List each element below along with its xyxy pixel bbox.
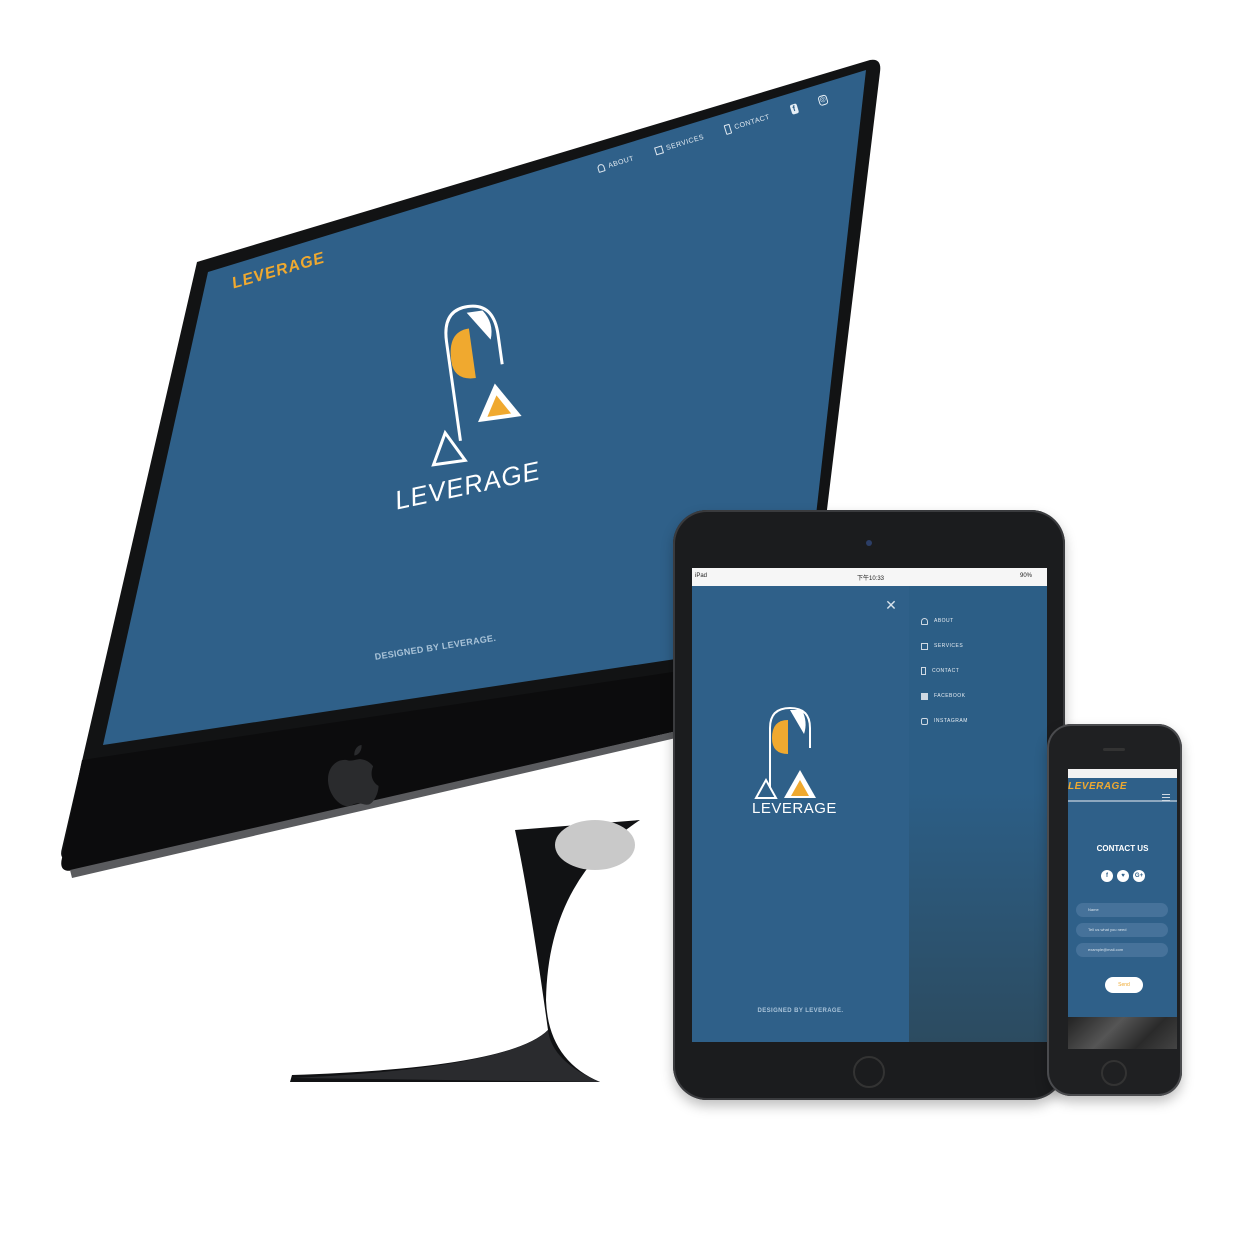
- email-field[interactable]: example@mail.com: [1076, 943, 1168, 957]
- nav-about-label: ABOUT: [607, 154, 635, 170]
- desktop-brand[interactable]: LEVERAGE: [230, 250, 327, 294]
- status-battery: 90%: [1020, 573, 1033, 579]
- google-plus-icon[interactable]: G+: [1133, 870, 1145, 882]
- heart-icon[interactable]: ♥: [1117, 870, 1129, 882]
- status-bar: [1068, 769, 1177, 778]
- nav-contact-label: CONTACT: [733, 113, 771, 131]
- name-field[interactable]: Name: [1076, 903, 1168, 917]
- home-button[interactable]: [1101, 1060, 1127, 1086]
- status-bar: iPad 下午10:33 90%: [692, 568, 1047, 586]
- person-icon: [921, 617, 928, 625]
- desktop-nav: ABOUT SERVICES CONTACT f ◎: [592, 80, 833, 188]
- menu-item-about[interactable]: ABOUT: [921, 615, 954, 627]
- facebook-icon[interactable]: f: [789, 103, 800, 115]
- nav-services[interactable]: SERVICES: [653, 133, 705, 156]
- person-icon: [596, 163, 606, 173]
- close-icon[interactable]: ✕: [884, 598, 898, 612]
- nav-about[interactable]: ABOUT: [596, 154, 635, 173]
- menu-item-label: INSTAGRAM: [934, 718, 968, 724]
- instagram-icon: [921, 717, 928, 725]
- menu-item-label: CONTACT: [932, 668, 960, 674]
- instagram-icon[interactable]: ◎: [817, 94, 829, 107]
- facebook-icon: [921, 692, 928, 700]
- iphone-device: LEVERAGE CONTACT US f ♥ G+ Name Tell us …: [1047, 724, 1182, 1096]
- message-field[interactable]: Tell us what you need: [1076, 923, 1168, 937]
- ipad-logo-text: LEVERAGE: [752, 800, 837, 817]
- menu-item-instagram[interactable]: INSTAGRAM: [921, 715, 968, 727]
- phone-icon: [921, 667, 926, 675]
- speaker-grille: [1103, 748, 1125, 751]
- contact-title: CONTACT US: [1096, 844, 1149, 853]
- facebook-icon[interactable]: f: [1101, 870, 1113, 882]
- desktop-logo-text: LEVERAGE: [392, 455, 544, 516]
- ipad-screen: iPad 下午10:33 90% ✕ LEVERAGE DESIGNED BY …: [692, 568, 1047, 1042]
- footer-image: [1068, 1017, 1177, 1049]
- menu-item-contact[interactable]: CONTACT: [921, 665, 959, 677]
- home-button[interactable]: [853, 1056, 885, 1088]
- side-menu: ABOUT SERVICES CONTACT FACEBOOK INSTAGRA…: [909, 586, 1047, 1042]
- phone-icon: [723, 123, 733, 136]
- cube-icon: [921, 642, 928, 650]
- menu-item-label: FACEBOOK: [934, 693, 966, 699]
- nav-contact[interactable]: CONTACT: [723, 112, 771, 136]
- menu-item-label: SERVICES: [934, 643, 964, 649]
- ipad-footer: DESIGNED BY LEVERAGE.: [757, 1008, 844, 1014]
- status-device: iPad: [695, 573, 708, 579]
- camera-icon: [866, 540, 872, 546]
- iphone-header: LEVERAGE: [1068, 778, 1177, 801]
- menu-item-services[interactable]: SERVICES: [921, 640, 963, 652]
- nav-services-label: SERVICES: [665, 133, 705, 152]
- status-time: 下午10:33: [857, 576, 885, 582]
- iphone-screen: LEVERAGE CONTACT US f ♥ G+ Name Tell us …: [1068, 769, 1177, 1049]
- iphone-brand[interactable]: LEVERAGE: [1068, 781, 1127, 792]
- cube-icon: [653, 145, 664, 156]
- ipad-device: iPad 下午10:33 90% ✕ LEVERAGE DESIGNED BY …: [673, 510, 1065, 1100]
- menu-item-facebook[interactable]: FACEBOOK: [921, 690, 966, 702]
- send-button[interactable]: Send: [1105, 977, 1143, 993]
- divider: [1068, 800, 1177, 802]
- menu-item-label: ABOUT: [934, 618, 954, 624]
- desktop-footer: DESIGNED BY LEVERAGE.: [374, 632, 497, 662]
